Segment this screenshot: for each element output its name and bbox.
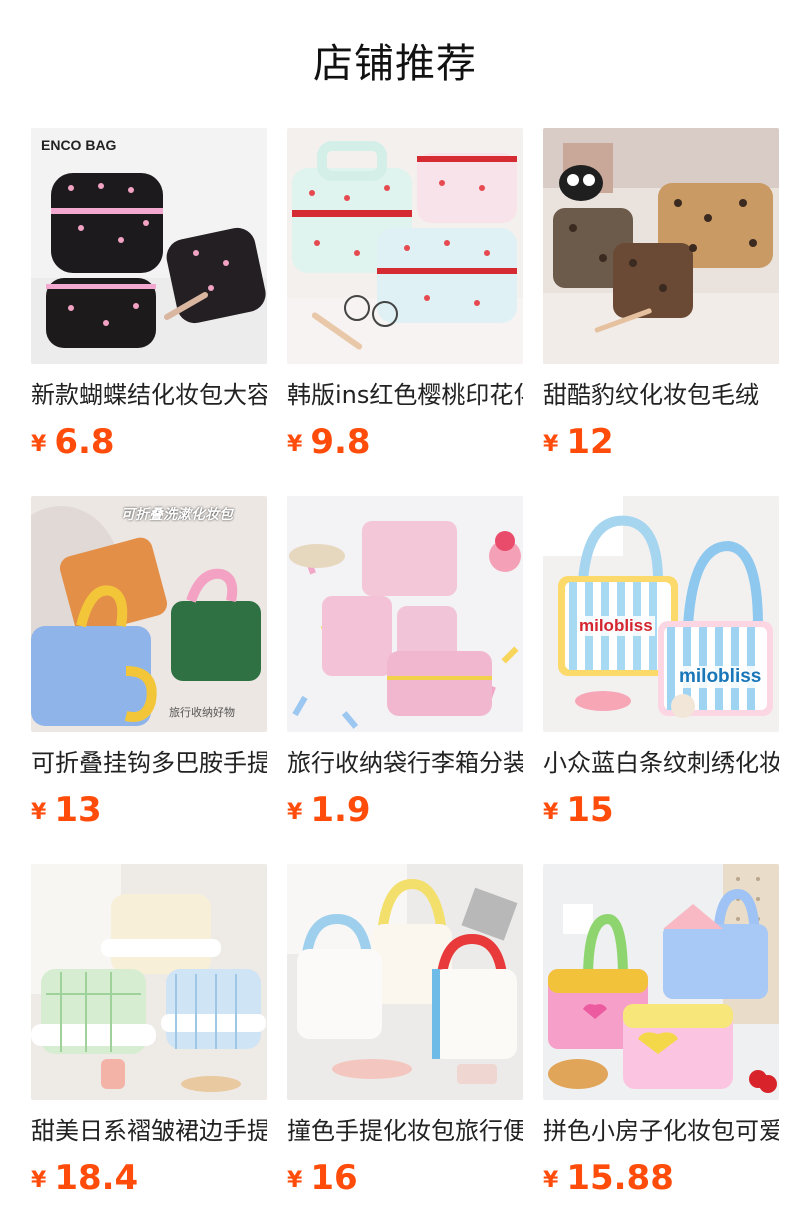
brand-embroidery-2: milobliss (677, 666, 764, 688)
product-price: ¥13 (31, 788, 267, 832)
currency-symbol: ¥ (543, 1168, 559, 1193)
price-value: 9.8 (310, 422, 371, 462)
product-card[interactable]: 拼色小房子化妆包可爱 ¥15.88 (543, 864, 779, 1232)
product-grid: ENCO BAG 新款蝴蝶结化妆包大容量 ¥6.8 (31, 128, 779, 1232)
product-title[interactable]: 拼色小房子化妆包可爱 (543, 1114, 779, 1148)
currency-symbol: ¥ (287, 432, 303, 457)
product-image[interactable]: milobliss milobliss (543, 496, 779, 732)
product-card[interactable]: 韩版ins红色樱桃印花化妆包 ¥9.8 (287, 128, 523, 496)
product-image[interactable] (287, 864, 523, 1100)
currency-symbol: ¥ (543, 432, 559, 457)
product-card[interactable]: ENCO BAG 新款蝴蝶结化妆包大容量 ¥6.8 (31, 128, 267, 496)
product-title[interactable]: 新款蝴蝶结化妆包大容量 (31, 378, 267, 412)
product-image[interactable] (287, 496, 523, 732)
product-title[interactable]: 小众蓝白条纹刺绣化妆包 (543, 746, 779, 780)
product-image[interactable] (543, 864, 779, 1100)
page-title: 店铺推荐 (313, 41, 477, 87)
price-value: 13 (54, 790, 102, 830)
product-image[interactable] (287, 128, 523, 364)
price-value: 1.9 (310, 790, 371, 830)
product-price: ¥6.8 (31, 420, 267, 464)
image-caption: 旅行收纳好物 (169, 707, 235, 719)
currency-symbol: ¥ (287, 1168, 303, 1193)
product-price: ¥9.8 (287, 420, 523, 464)
product-title[interactable]: 可折叠挂钩多巴胺手提化妆包 (31, 746, 267, 780)
brand-label: ENCO BAG (41, 137, 117, 153)
currency-symbol: ¥ (31, 1168, 47, 1193)
product-price: ¥15 (543, 788, 779, 832)
currency-symbol: ¥ (31, 800, 47, 825)
product-image[interactable] (31, 864, 267, 1100)
product-card[interactable]: 撞色手提化妆包旅行便携 ¥16 (287, 864, 523, 1232)
product-price: ¥18.4 (31, 1156, 267, 1200)
product-card[interactable]: 甜酷豹纹化妆包毛绒 ¥12 (543, 128, 779, 496)
price-value: 12 (566, 422, 614, 462)
product-title[interactable]: 甜酷豹纹化妆包毛绒 (543, 378, 779, 412)
product-card[interactable]: 旅行收纳袋行李箱分装 ¥1.9 (287, 496, 523, 864)
currency-symbol: ¥ (287, 800, 303, 825)
product-image[interactable]: ENCO BAG (31, 128, 267, 364)
price-value: 16 (310, 1158, 358, 1198)
product-card[interactable]: 甜美日系褶皱裙边手提 ¥18.4 (31, 864, 267, 1232)
image-headline: 可折叠洗漱化妆包 (121, 506, 233, 522)
brand-embroidery-1: milobliss (577, 616, 655, 636)
product-image[interactable]: 可折叠洗漱化妆包 旅行收纳好物 (31, 496, 267, 732)
price-value: 15.88 (566, 1158, 674, 1198)
product-price: ¥16 (287, 1156, 523, 1200)
product-card[interactable]: milobliss milobliss 小众蓝白条纹刺绣化妆包 ¥15 (543, 496, 779, 864)
product-price: ¥15.88 (543, 1156, 779, 1200)
price-value: 18.4 (54, 1158, 139, 1198)
price-value: 15 (566, 790, 614, 830)
product-title[interactable]: 甜美日系褶皱裙边手提 (31, 1114, 267, 1148)
currency-symbol: ¥ (31, 432, 47, 457)
product-title[interactable]: 韩版ins红色樱桃印花化妆包 (287, 378, 523, 412)
product-title[interactable]: 撞色手提化妆包旅行便携 (287, 1114, 523, 1148)
price-value: 6.8 (54, 422, 115, 462)
product-price: ¥1.9 (287, 788, 523, 832)
product-title[interactable]: 旅行收纳袋行李箱分装 (287, 746, 523, 780)
product-image[interactable] (543, 128, 779, 364)
product-card[interactable]: 可折叠洗漱化妆包 旅行收纳好物 可折叠挂钩多巴胺手提化妆包 ¥13 (31, 496, 267, 864)
currency-symbol: ¥ (543, 800, 559, 825)
product-price: ¥12 (543, 420, 779, 464)
